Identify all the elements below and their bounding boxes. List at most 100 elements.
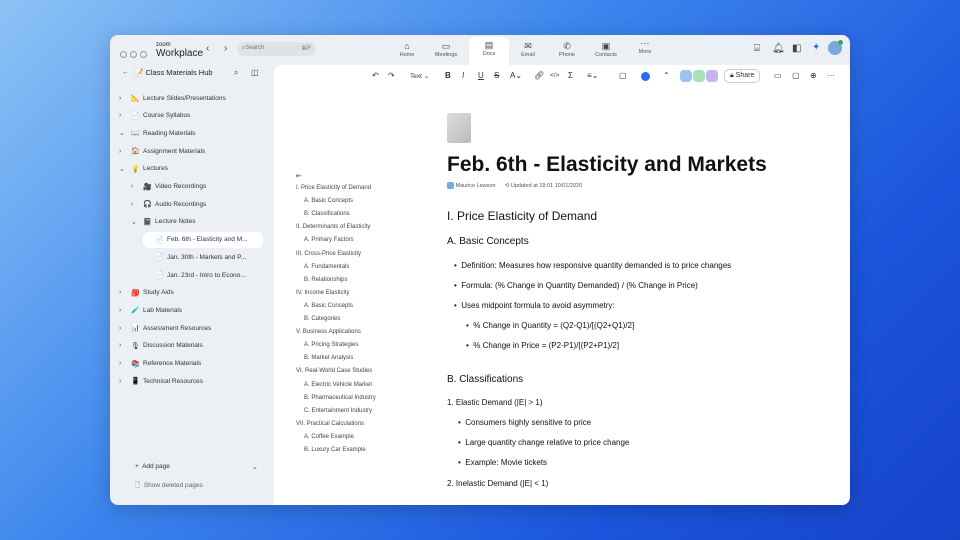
tab-meetings[interactable]: ▭ Meetings [426, 41, 466, 58]
share-button[interactable]: 🔒︎ Share [724, 69, 761, 83]
collapse-outline-icon[interactable]: ⇤ [296, 172, 302, 180]
undo-icon[interactable]: ↶ [372, 71, 379, 80]
back-icon[interactable]: ‹ [206, 43, 209, 54]
chevron-icon[interactable]: › [119, 342, 131, 349]
add-page-button[interactable]: + Add page [135, 463, 170, 470]
sidebar-item[interactable]: ⌄ 📓 Lecture Notes [131, 214, 195, 230]
tab-email[interactable]: ✉ Email [508, 41, 548, 58]
outline-item[interactable]: C. Entertainment Industry [304, 408, 372, 414]
sidebar-item[interactable]: 📄 Jan. 23rd - Intro to Econo... [143, 267, 246, 283]
tab-phone[interactable]: ✆ Phone [547, 41, 587, 58]
tab-more[interactable]: ··· More [625, 38, 665, 55]
sidebar-item[interactable]: › 🎒 Study Aids [119, 285, 174, 301]
outline-item[interactable]: B. Relationships [304, 277, 347, 283]
outline-item[interactable]: II. Determinants of Elasticity [296, 224, 370, 230]
page-emoji-icon: 📓 [143, 218, 152, 226]
sidebar-item[interactable]: › 🏠 Assignment Materials [119, 143, 205, 159]
outline-item[interactable]: V. Business Applications [296, 329, 361, 335]
chevron-icon[interactable]: › [119, 95, 131, 102]
sidebar-item[interactable]: ⌄ 📖 Reading Materials [119, 125, 195, 141]
search-input[interactable]: ⌕Search ⌘F [238, 42, 315, 56]
sidebar-item[interactable]: › 📱 Technical Resources [119, 373, 203, 389]
outline-item[interactable]: B. Luxury Car Example [304, 447, 366, 453]
sidebar-item[interactable]: › 🎧 Audio Recordings [131, 196, 206, 212]
text-style-dropdown[interactable]: Text ⌄ [410, 72, 429, 80]
chevron-up-icon[interactable]: ⌃ [663, 71, 670, 80]
sidebar-item-label: Technical Resources [143, 377, 203, 385]
sidebar-item[interactable]: 📄 Jan. 30th - Markets and P... [143, 249, 246, 265]
chevron-icon[interactable]: ⌄ [119, 129, 131, 137]
forward-icon[interactable]: › [224, 43, 227, 54]
chevron-icon[interactable]: ⌄ [119, 165, 131, 173]
outline-item[interactable]: B. Pharmaceutical Industry [304, 395, 376, 401]
tab-home[interactable]: ⌂ Home [387, 41, 427, 58]
chevron-icon[interactable]: › [119, 307, 131, 314]
sidebar-item[interactable]: › 🎙 Discussion Materials [119, 338, 203, 354]
redo-icon[interactable]: ↷ [388, 71, 395, 80]
chevron-icon[interactable]: › [119, 289, 131, 296]
sidebar-toggle-icon[interactable]: ◫ [251, 68, 259, 77]
outline-item[interactable]: VII. Practical Calculations [296, 421, 364, 427]
outline-item[interactable]: A. Fundamentals [304, 264, 349, 270]
italic-icon[interactable]: I [462, 71, 464, 80]
sidebar-item[interactable]: › 🎥 Video Recordings [131, 179, 206, 195]
sidebar-item[interactable]: › 📐 Lecture Slides/Presentations [119, 90, 226, 106]
chevron-icon[interactable]: › [119, 378, 131, 385]
cylinder-icon[interactable]: ⌸ [754, 43, 760, 54]
text-color-icon[interactable]: A⌄ [510, 71, 522, 80]
outline-item[interactable]: B. Categories [304, 316, 340, 322]
tab-contacts[interactable]: ▣ Contacts [586, 41, 626, 58]
sidebar-item[interactable]: › 📊 Assessment Resources [119, 320, 211, 336]
chevron-icon[interactable]: › [131, 201, 143, 208]
ai-sparkle-icon[interactable]: ✦ [812, 42, 820, 53]
collaborator-avatars[interactable] [680, 70, 718, 82]
tab-docs[interactable]: ▤ Docs [469, 37, 509, 67]
bullet: • % Change in Price = (P2-P1)/[(P2+P1)/2… [466, 341, 620, 350]
outline-item[interactable]: A. Electric Vehicle Market [304, 382, 372, 388]
outline-item[interactable]: B. Classifications [304, 211, 350, 217]
comment-add-icon[interactable]: ▢ [619, 71, 627, 80]
chevron-icon[interactable]: › [119, 360, 131, 367]
chevron-down-icon[interactable]: ⌄ [252, 463, 258, 471]
video-icon[interactable]: ▭ [774, 71, 782, 80]
globe-icon[interactable]: ⊕ [810, 71, 817, 80]
outline-item[interactable]: I. Price Elasticity of Demand [296, 185, 371, 191]
more-icon[interactable]: ··· [827, 71, 835, 80]
back-arrow-icon[interactable]: ← [122, 69, 129, 76]
outline-item[interactable]: IV. Income Elasticity [296, 290, 349, 296]
underline-icon[interactable]: U [478, 71, 484, 80]
panel-icon[interactable]: ◧ [792, 43, 801, 54]
chevron-icon[interactable]: ⌄ [131, 218, 143, 226]
window-controls[interactable] [120, 45, 150, 63]
show-deleted-pages-button[interactable]: 🗋 Show deleted pages [135, 481, 203, 492]
sidebar-item[interactable]: 📄 Feb. 6th - Elasticity and M... [143, 231, 263, 248]
avatar[interactable] [828, 40, 843, 55]
outline-item[interactable]: VI. Real-World Case Studies [296, 368, 372, 374]
outline-item[interactable]: A. Basic Concepts [304, 303, 353, 309]
sidebar-item[interactable]: ⌄ 💡 Lectures [119, 161, 168, 177]
sidebar-item-label: Jan. 23rd - Intro to Econo... [167, 271, 246, 279]
outline-item[interactable]: A. Primary Factors [304, 237, 354, 243]
code-icon[interactable]: </> [550, 72, 559, 79]
insert-icon[interactable] [641, 72, 650, 81]
chevron-icon[interactable]: › [119, 112, 131, 119]
chevron-icon[interactable]: › [119, 148, 131, 155]
sidebar-item[interactable]: › 📚 Reference Materials [119, 356, 201, 372]
align-icon[interactable]: ≡⌄ [587, 71, 598, 80]
outline-item[interactable]: A. Coffee Example [304, 434, 354, 440]
sidebar-item[interactable]: › 📄 Course Syllabus [119, 108, 190, 124]
formula-icon[interactable]: Σ [568, 71, 573, 80]
outline-item[interactable]: B. Market Analysis [304, 355, 353, 361]
sidebar-item[interactable]: › 🧪 Lab Materials [119, 302, 182, 318]
outline-item[interactable]: III. Cross-Price Elasticity [296, 251, 361, 257]
outline-item[interactable]: A. Basic Concepts [304, 198, 353, 204]
outline-item[interactable]: A. Pricing Strategies [304, 342, 358, 348]
bell-icon[interactable]: 🔔︎ [772, 43, 785, 54]
link-icon[interactable]: 🔗︎ [534, 71, 544, 80]
chevron-icon[interactable]: › [131, 183, 143, 190]
strikethrough-icon[interactable]: S [494, 71, 499, 80]
search-icon[interactable]: ⌕ [234, 68, 238, 78]
bold-icon[interactable]: B [445, 71, 451, 80]
chevron-icon[interactable]: › [119, 325, 131, 332]
chat-icon[interactable]: ▢ [792, 71, 800, 80]
